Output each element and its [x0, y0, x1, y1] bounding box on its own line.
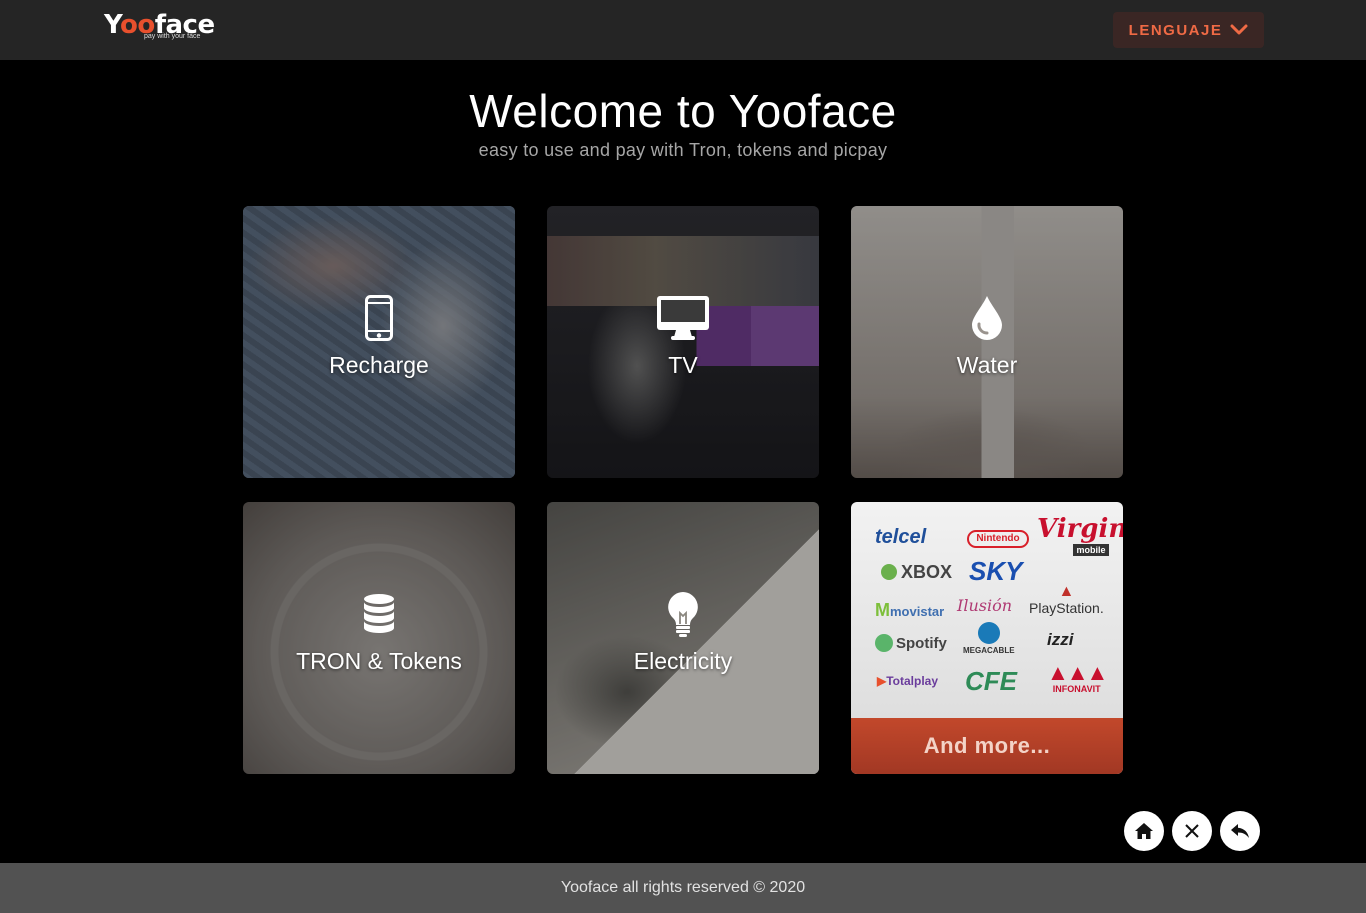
logo-tagline: pay with your face — [144, 33, 201, 40]
brand-logo-telcel: telcel — [875, 526, 927, 548]
brand-logo-movistar: Mmovistar — [875, 600, 945, 620]
back-button[interactable] — [1220, 811, 1260, 851]
smartphone-icon — [349, 294, 409, 342]
brand-logo-spotify: Spotify — [875, 634, 947, 652]
brand-logo-xbox: XBOX — [881, 562, 952, 583]
reply-arrow-icon — [1231, 824, 1249, 838]
page-footer: Yooface all rights reserved © 2020 — [0, 863, 1366, 913]
service-card-electricity[interactable]: Electricity — [547, 502, 819, 774]
card-label-water: Water — [956, 352, 1018, 378]
card-label-tron-tokens: TRON & Tokens — [296, 648, 462, 674]
close-icon — [1185, 824, 1199, 838]
footer-copyright: Yooface all rights reserved © 2020 — [560, 879, 806, 896]
brand-logo-cfe: CFE — [965, 666, 1017, 696]
brand-logo-playstation: ▲ PlayStation. — [1029, 583, 1104, 617]
brand-logo-sky: SKY — [969, 556, 1023, 586]
page-title: Welcome to Yooface — [469, 85, 897, 137]
close-button[interactable] — [1172, 811, 1212, 851]
brand-logo-virgin: Virgin — [1037, 514, 1123, 544]
service-card-recharge[interactable]: Recharge — [243, 206, 515, 478]
card-label-electricity: Electricity — [633, 648, 733, 674]
chevron-down-icon — [1230, 24, 1248, 35]
card-label-recharge: Recharge — [329, 352, 429, 378]
language-dropdown-button[interactable]: LENGUAJE — [1113, 12, 1264, 48]
top-navbar: Yooface pay with your face LENGUAJE — [0, 0, 1366, 60]
brand-logo-megacable: MEGACABLE — [963, 622, 1015, 655]
service-card-tv[interactable]: TV — [547, 206, 819, 478]
brand-logo-infonavit: ▲▲▲ INFONAVIT — [1047, 660, 1108, 695]
and-more-button[interactable]: And more... — [851, 718, 1123, 774]
droplet-icon — [957, 294, 1017, 342]
monitor-icon — [653, 294, 713, 342]
yooface-logo[interactable]: Yooface pay with your face — [104, 10, 215, 44]
service-card-tron-tokens[interactable]: TRON & Tokens — [243, 502, 515, 774]
database-icon — [349, 590, 409, 638]
language-button-label: LENGUAJE — [1128, 21, 1223, 39]
lightbulb-icon — [653, 590, 713, 638]
brand-logo-nintendo: Nintendo — [967, 530, 1029, 548]
home-button[interactable] — [1124, 811, 1164, 851]
brand-logo-totalplay: ▶Totalplay — [877, 674, 939, 688]
service-card-more-brands[interactable]: telcel Nintendo Virgin mobile XBOX SKY M… — [851, 502, 1123, 774]
page-subtitle: easy to use and pay with Tron, tokens an… — [478, 140, 888, 160]
card-label-tv: TV — [668, 352, 698, 378]
brand-logo-izzi: izzi — [1047, 630, 1074, 649]
service-card-water[interactable]: Water — [851, 206, 1123, 478]
home-icon — [1135, 823, 1153, 839]
brand-logo-virgin-mobile: mobile — [1073, 544, 1109, 556]
brand-logo-ilusion: Ilusión — [957, 596, 1013, 615]
